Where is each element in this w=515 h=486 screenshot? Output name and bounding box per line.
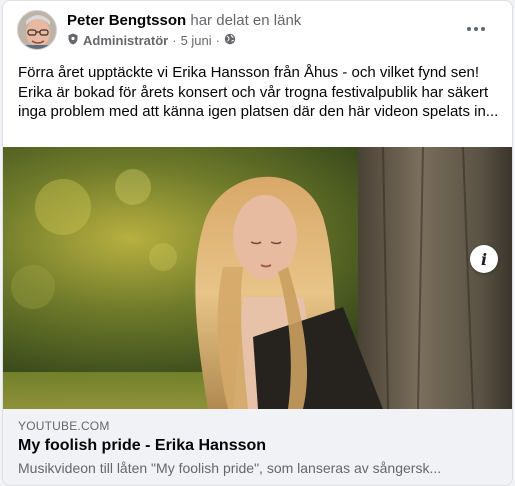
author-avatar[interactable] [17, 10, 57, 50]
link-domain: YOUTUBE.COM [18, 419, 110, 433]
more-options-dot [474, 27, 478, 31]
link-preview-footer[interactable]: YOUTUBE.COM My foolish pride - Erika Han… [3, 409, 512, 485]
author-role: Administratör [83, 33, 169, 48]
globe-icon[interactable] [224, 33, 236, 49]
post-meta: Administratör · 5 juni · [67, 33, 236, 49]
admin-badge-icon [67, 33, 79, 49]
more-options-dot [481, 27, 485, 31]
post-text: Förra året upptäckte vi Erika Hansson fr… [18, 64, 499, 120]
post-date-link[interactable]: 5 juni [181, 33, 212, 49]
author-action: har delat en länk [190, 12, 302, 29]
link-description: Musikvideon till låten "My foolish pride… [18, 460, 442, 476]
post-header: Peter Bengtsson har delat en länk Admini… [3, 1, 512, 57]
meta-separator-2: · [215, 33, 220, 48]
post-card: Peter Bengtsson har delat en länk Admini… [2, 0, 513, 486]
author-name-link[interactable]: Peter Bengtsson [67, 12, 186, 29]
author-line: Peter Bengtsson har delat en länk [67, 12, 301, 30]
link-preview-image[interactable] [3, 147, 512, 409]
info-button[interactable]: i [470, 245, 498, 273]
meta-separator: · [172, 33, 177, 48]
link-title[interactable]: My foolish pride - Erika Hansson [18, 437, 266, 455]
more-options-icon [467, 27, 471, 31]
more-options-button[interactable] [462, 17, 490, 41]
